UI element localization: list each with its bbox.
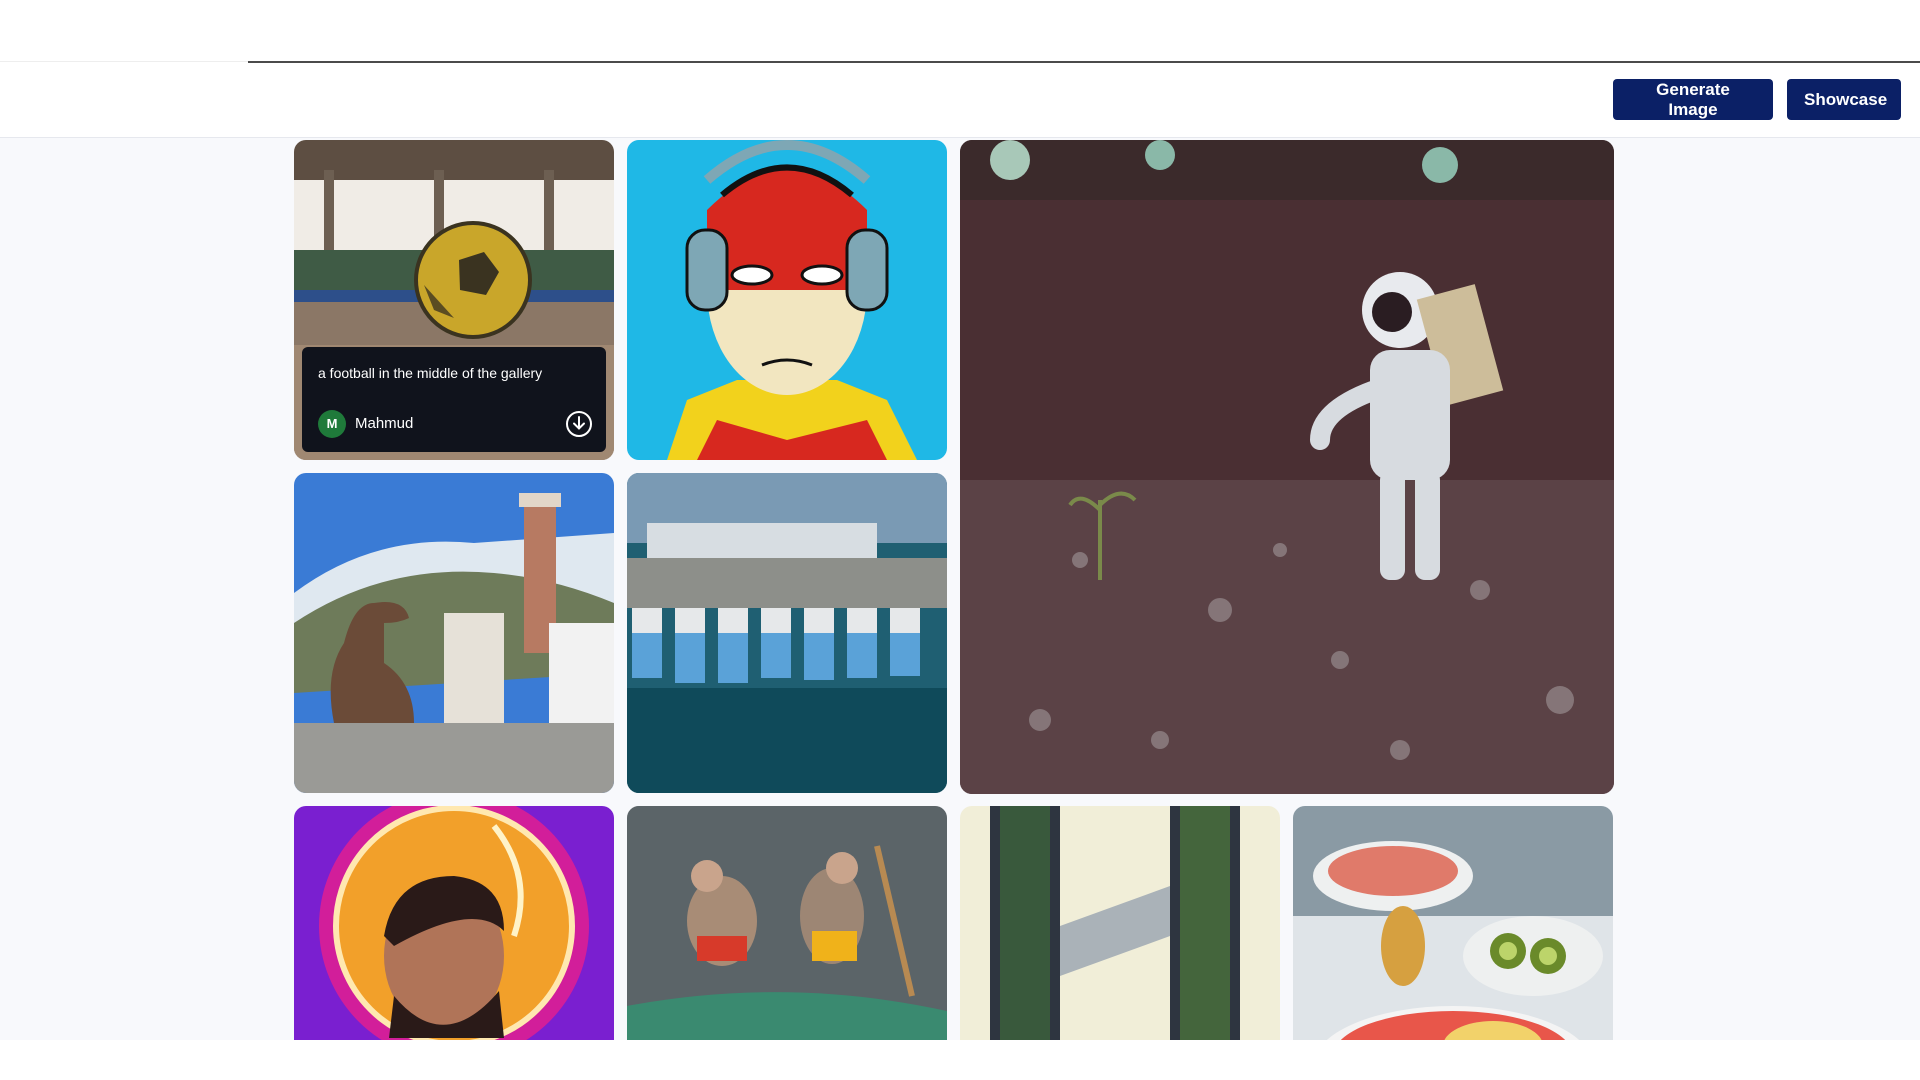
header: Generate Image Showcase <box>0 63 1920 138</box>
generate-image-button[interactable]: Generate Image <box>1613 79 1773 120</box>
gallery-tile-mice[interactable] <box>627 806 947 1040</box>
bottom-strip <box>0 1040 1920 1080</box>
neon-portrait-image <box>294 806 614 1040</box>
author-name: Mahmud <box>355 415 414 432</box>
image-prompt: a football in the middle of the gallery <box>318 365 543 381</box>
top-divider-left <box>0 61 248 62</box>
top-bar <box>0 0 1920 63</box>
gallery-tile-comic-hero[interactable] <box>627 140 947 460</box>
harbor-boats-image <box>627 473 947 793</box>
gallery-area: a football in the middle of the gallery … <box>0 138 1920 1040</box>
gallery-tile-fruit[interactable] <box>1293 806 1613 1040</box>
gallery-tile-towers[interactable] <box>960 806 1280 1040</box>
mice-surfing-image <box>627 806 947 1040</box>
gallery-tile-dinosaur[interactable] <box>294 473 614 793</box>
image-info-card: a football in the middle of the gallery … <box>302 347 606 452</box>
comic-hero-headphones-image <box>627 140 947 460</box>
gallery-tile-astronaut[interactable] <box>960 140 1614 794</box>
download-icon[interactable] <box>566 411 592 437</box>
astronaut-seedling-image <box>960 140 1614 794</box>
gallery-tile-neon-portrait[interactable] <box>294 806 614 1040</box>
fruit-bowls-image <box>1293 806 1613 1040</box>
gallery-tile-football[interactable]: a football in the middle of the gallery … <box>294 140 614 460</box>
author-row: M Mahmud <box>318 410 592 438</box>
showcase-button[interactable]: Showcase <box>1787 79 1901 120</box>
dinosaur-city-image <box>294 473 614 793</box>
gallery-tile-harbor[interactable] <box>627 473 947 793</box>
green-towers-image <box>960 806 1280 1040</box>
avatar: M <box>318 410 346 438</box>
